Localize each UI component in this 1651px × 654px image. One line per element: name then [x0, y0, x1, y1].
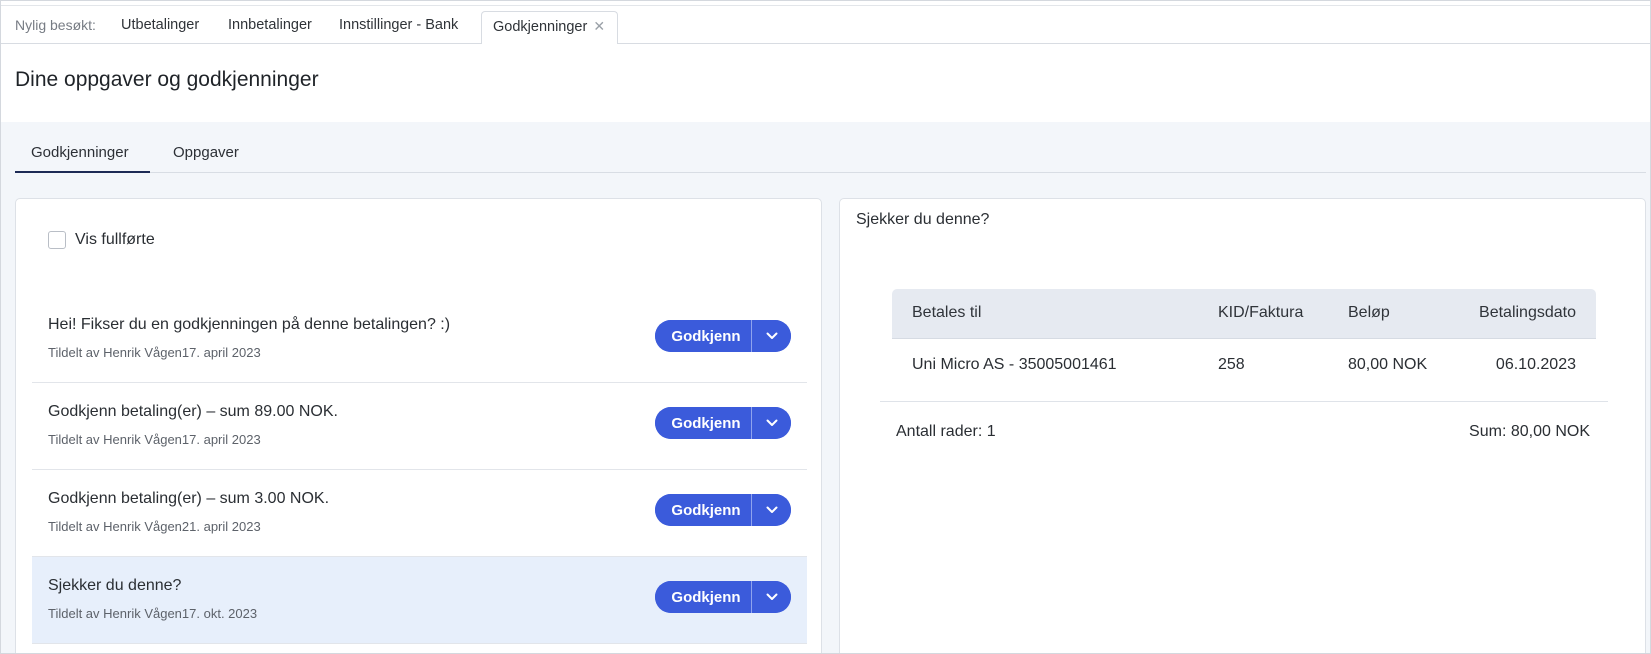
cell-betales-til: Uni Micro AS - 35005001461 — [912, 356, 1117, 373]
approve-split-button: Godkjenn — [655, 581, 791, 613]
chevron-down-icon — [766, 332, 777, 339]
approve-button[interactable]: Godkjenn — [655, 320, 751, 352]
task-assigned-by: Tildelt av Henrik Vågen17. april 2023 — [48, 345, 261, 360]
approve-split-button: Godkjenn — [655, 407, 791, 439]
show-completed-toggle[interactable]: Vis fullførte — [48, 231, 155, 249]
recently-visited-label: Nylig besøkt: — [15, 17, 96, 33]
task-assigned-by: Tildelt av Henrik Vågen21. april 2023 — [48, 519, 261, 534]
column-header-kid-faktura: KID/Faktura — [1218, 304, 1304, 321]
task-assigned-by: Tildelt av Henrik Vågen17. april 2023 — [48, 432, 261, 447]
task-item[interactable]: Godkjenn betaling(er) – sum 3.00 NOK. Ti… — [32, 470, 807, 557]
chevron-down-icon — [766, 419, 777, 426]
tab-oppgaver[interactable]: Oppgaver — [173, 144, 239, 161]
table-header-row: Betales til KID/Faktura Beløp Betalingsd… — [892, 289, 1596, 339]
task-item[interactable]: Godkjenn betaling(er) – sum 89.00 NOK. T… — [32, 383, 807, 470]
column-header-betalingsdato: Betalingsdato — [1479, 304, 1576, 321]
recent-tab-utbetalinger[interactable]: Utbetalinger — [121, 17, 199, 33]
sum-total: Sum: 80,00 NOK — [1469, 423, 1590, 440]
payment-table: Betales til KID/Faktura Beløp Betalingsd… — [892, 289, 1596, 401]
tab-godkjenninger[interactable]: Godkjenninger — [15, 144, 150, 173]
approve-button[interactable]: Godkjenn — [655, 494, 751, 526]
task-list: Hei! Fikser du en godkjenningen på denne… — [32, 296, 807, 644]
approve-button[interactable]: Godkjenn — [655, 407, 751, 439]
approve-options-button[interactable] — [752, 407, 791, 439]
cell-kid-faktura: 258 — [1218, 356, 1245, 373]
page-header: Dine oppgaver og godkjenninger — [1, 44, 1650, 122]
approve-options-button[interactable] — [752, 494, 791, 526]
task-title: Godkjenn betaling(er) – sum 89.00 NOK. — [48, 403, 338, 420]
show-completed-label: Vis fullførte — [75, 231, 155, 248]
close-icon[interactable]: ✕ — [593, 18, 605, 34]
task-title: Godkjenn betaling(er) – sum 3.00 NOK. — [48, 490, 330, 507]
recent-tab-godkjenninger-label: Godkjenninger — [493, 19, 588, 35]
task-item-selected[interactable]: Sjekker du denne? Tildelt av Henrik Våge… — [32, 557, 807, 644]
task-assigned-by: Tildelt av Henrik Vågen17. okt. 2023 — [48, 606, 258, 621]
task-item[interactable]: Hei! Fikser du en godkjenningen på denne… — [32, 296, 807, 383]
approve-options-button[interactable] — [752, 581, 791, 613]
page-title: Dine oppgaver og godkjenninger — [15, 68, 319, 91]
content-area: Godkjenninger Oppgaver Vis fullførte Hei… — [1, 122, 1650, 653]
show-completed-checkbox[interactable] — [48, 231, 66, 249]
task-detail-card: Sjekker du denne? Betales til KID/Faktur… — [839, 198, 1646, 653]
recent-tab-innstillinger-bank[interactable]: Innstillinger - Bank — [339, 17, 458, 33]
approve-options-button[interactable] — [752, 320, 791, 352]
approve-button[interactable]: Godkjenn — [655, 581, 751, 613]
app-window: Nylig besøkt: Utbetalinger Innbetalinger… — [0, 0, 1651, 654]
approve-split-button: Godkjenn — [655, 494, 791, 526]
row-count: Antall rader: 1 — [896, 423, 996, 440]
task-title: Hei! Fikser du en godkjenningen på denne… — [48, 316, 451, 333]
cell-betalingsdato: 06.10.2023 — [1495, 356, 1576, 373]
recent-tab-godkjenninger[interactable]: Godkjenninger ✕ — [481, 11, 619, 45]
table-row[interactable]: Uni Micro AS - 35005001461 258 80,00 NOK… — [892, 339, 1596, 401]
content-tabs: Godkjenninger Oppgaver — [15, 122, 1646, 173]
chevron-down-icon — [766, 506, 777, 513]
approve-split-button: Godkjenn — [655, 320, 791, 352]
detail-title: Sjekker du denne? — [856, 211, 990, 228]
column-header-belop: Beløp — [1348, 304, 1390, 321]
task-title: Sjekker du denne? — [48, 577, 182, 594]
recently-visited-bar: Nylig besøkt: Utbetalinger Innbetalinger… — [1, 5, 1650, 45]
cell-belop: 80,00 NOK — [1348, 356, 1428, 373]
column-header-betales-til: Betales til — [912, 304, 982, 321]
table-footer-divider — [880, 401, 1608, 402]
task-list-card: Vis fullførte Hei! Fikser du en godkjenn… — [15, 198, 822, 653]
chevron-down-icon — [766, 593, 777, 600]
recent-tab-innbetalinger[interactable]: Innbetalinger — [228, 17, 312, 33]
